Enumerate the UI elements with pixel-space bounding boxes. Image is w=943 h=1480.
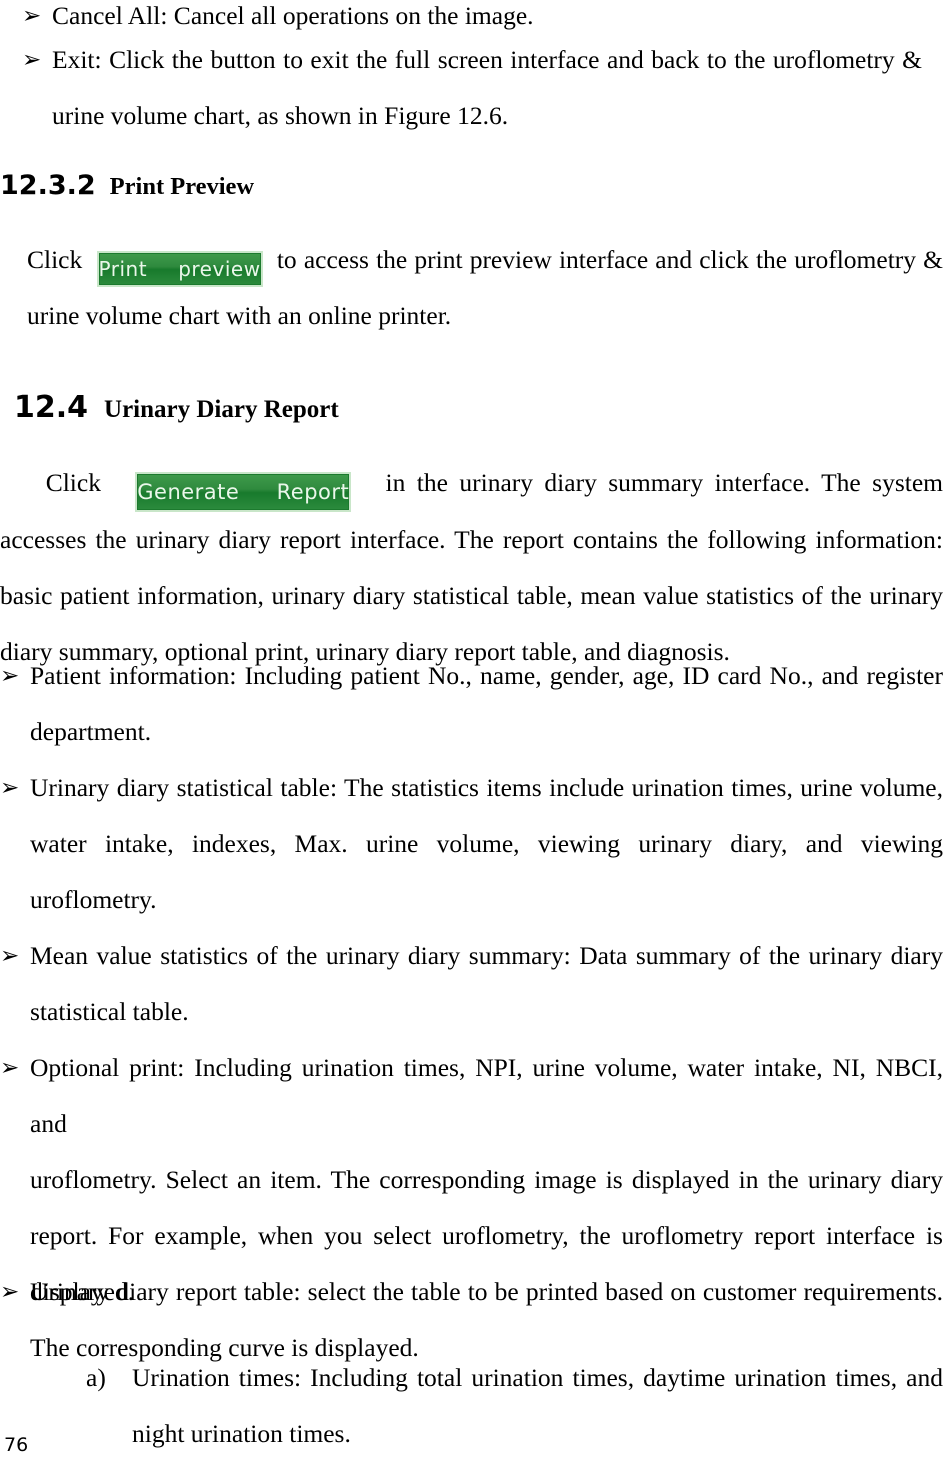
text-line: urine volume chart, as shown in Figure 1… [52,101,509,130]
arrow-bullet-icon: ➢ [22,47,42,73]
list-item-text: Mean value statistics of the urinary dia… [30,928,943,1040]
document-page: ➢ Cancel All: Cancel all operations on t… [0,0,943,1480]
text-after-button: to access the print preview interface an… [276,245,943,274]
text-line: Urination times: Including total urinati… [132,1363,943,1392]
text-line: Optional print: Including urination time… [30,1053,943,1138]
list-item-text: Urinary diary statistical table: The sta… [30,760,943,928]
heading-urinary-diary-report: 12.4 Urinary Diary Report [14,390,614,425]
text-line: basic patient information, urinary diary… [0,581,943,610]
arrow-bullet-icon: ➢ [0,1055,20,1081]
heading-number: 12.3.2 [0,170,96,201]
text-line: water intake, indexes, Max. urine volume… [30,829,943,858]
heading-title: Print Preview [109,173,255,200]
list-item-exit: ➢ Exit: Click the button to exit the ful… [22,32,922,144]
text-line: Urinary diary statistical table: The sta… [30,773,943,802]
text-line: night urination times. [132,1419,351,1448]
click-label: Click [45,468,101,497]
list-item-mean-value-statistics: ➢ Mean value statistics of the urinary d… [0,928,943,1040]
sub-list-item-urination-times: a) Urination times: Including total urin… [0,1350,943,1462]
heading-print-preview: 12.3.2 Print Preview [0,170,600,201]
text-line: Urinary diary report table: select the t… [30,1277,943,1306]
sub-list-marker: a) [86,1363,106,1392]
arrow-bullet-icon: ➢ [0,1279,20,1305]
heading-title: Urinary Diary Report [104,396,339,423]
list-item-text: Patient information: Including patient N… [30,648,943,760]
paragraph-print-preview: Click Print preview to access the print … [27,232,943,344]
text-line: accesses the urinary diary report interf… [0,525,943,554]
arrow-bullet-icon: ➢ [0,943,20,969]
text-line-with-button: Click Print preview to access the print … [27,232,943,288]
paragraph-generate-report: Click Generate Report in the urinary dia… [0,455,943,680]
generate-report-button[interactable]: Generate Report [135,472,352,512]
sub-list-item-text: Urination times: Including total urinati… [132,1350,943,1462]
text-line: Mean value statistics of the urinary dia… [30,941,943,970]
text-line-with-button: Click Generate Report in the urinary dia… [0,455,943,512]
text-line: report. For example, when you select uro… [30,1221,943,1250]
text-line: urine volume chart with an online printe… [27,301,452,330]
list-item-statistical-table: ➢ Urinary diary statistical table: The s… [0,760,943,928]
list-item-text: Exit: Click the button to exit the full … [52,32,922,144]
arrow-bullet-icon: ➢ [0,663,20,689]
text-line: uroflometry. Select an item. The corresp… [30,1165,943,1194]
page-number: 76 [4,1434,29,1456]
text-line: Exit: Click the button to exit the full … [52,45,922,74]
list-item-patient-information: ➢ Patient information: Including patient… [0,648,943,760]
text-after-button: in the urinary diary summary interface. … [385,468,943,497]
heading-number: 12.4 [14,390,89,425]
click-label: Click [27,245,83,274]
text-line: uroflometry. [30,885,157,914]
text-line: statistical table. [30,997,189,1026]
arrow-bullet-icon: ➢ [0,775,20,801]
text-line: Patient information: Including patient N… [30,661,943,690]
print-preview-button[interactable]: Print preview [96,251,263,287]
text-line: department. [30,717,152,746]
